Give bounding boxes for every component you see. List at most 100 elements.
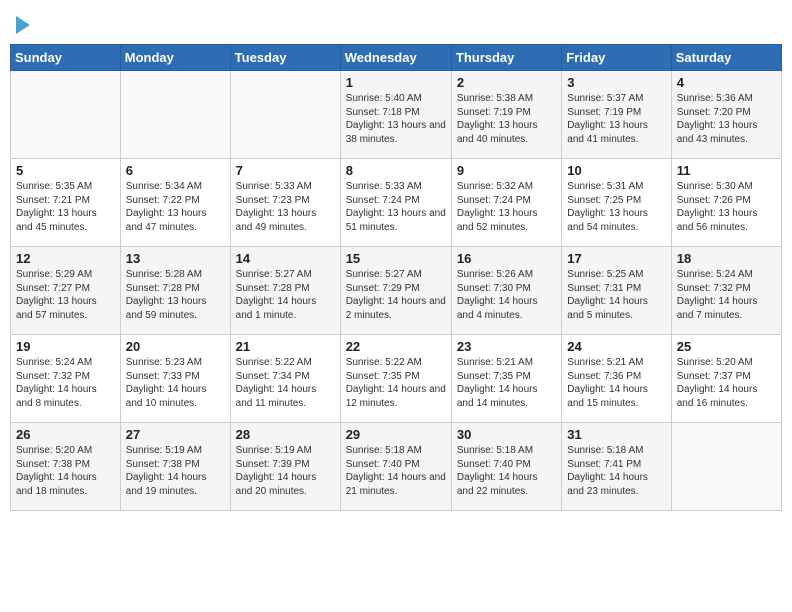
day-info: Sunrise: 5:20 AMSunset: 7:38 PMDaylight:… (16, 444, 115, 498)
logo (14, 14, 30, 36)
day-number: 6 (126, 163, 225, 178)
calendar-header-friday: Friday (562, 45, 671, 71)
day-number: 5 (16, 163, 115, 178)
day-info: Sunrise: 5:21 AMSunset: 7:35 PMDaylight:… (457, 356, 556, 410)
calendar-header-saturday: Saturday (671, 45, 781, 71)
calendar-header-monday: Monday (120, 45, 230, 71)
day-info: Sunrise: 5:27 AMSunset: 7:29 PMDaylight:… (346, 268, 446, 322)
calendar-header-thursday: Thursday (451, 45, 561, 71)
calendar-cell: 29 Sunrise: 5:18 AMSunset: 7:40 PMDayligh… (340, 423, 451, 511)
day-number: 3 (567, 75, 665, 90)
calendar-cell: 15 Sunrise: 5:27 AMSunset: 7:29 PMDayligh… (340, 247, 451, 335)
day-info: Sunrise: 5:25 AMSunset: 7:31 PMDaylight:… (567, 268, 665, 322)
calendar-cell: 30 Sunrise: 5:18 AMSunset: 7:40 PMDayligh… (451, 423, 561, 511)
day-info: Sunrise: 5:38 AMSunset: 7:19 PMDaylight:… (457, 92, 556, 146)
calendar-cell: 9 Sunrise: 5:32 AMSunset: 7:24 PMDaylight… (451, 159, 561, 247)
day-number: 10 (567, 163, 665, 178)
day-number: 17 (567, 251, 665, 266)
calendar-cell (671, 423, 781, 511)
day-number: 9 (457, 163, 556, 178)
calendar-cell: 25 Sunrise: 5:20 AMSunset: 7:37 PMDayligh… (671, 335, 781, 423)
day-info: Sunrise: 5:37 AMSunset: 7:19 PMDaylight:… (567, 92, 665, 146)
calendar-week-row: 5 Sunrise: 5:35 AMSunset: 7:21 PMDaylight… (11, 159, 782, 247)
day-number: 31 (567, 427, 665, 442)
calendar-cell: 21Sunrise: 5:22 AMSunset: 7:34 PMDayligh… (230, 335, 340, 423)
day-number: 29 (346, 427, 446, 442)
day-info: Sunrise: 5:20 AMSunset: 7:37 PMDaylight:… (677, 356, 776, 410)
day-number: 14 (236, 251, 335, 266)
day-number: 15 (346, 251, 446, 266)
day-number: 1 (346, 75, 446, 90)
day-number: 8 (346, 163, 446, 178)
day-info: Sunrise: 5:28 AMSunset: 7:28 PMDaylight:… (126, 268, 225, 322)
day-info: Sunrise: 5:18 AMSunset: 7:41 PMDaylight:… (567, 444, 665, 498)
logo-arrow-icon (16, 16, 30, 34)
calendar-cell (11, 71, 121, 159)
calendar-header-tuesday: Tuesday (230, 45, 340, 71)
day-info: Sunrise: 5:22 AMSunset: 7:34 PMDaylight:… (236, 356, 335, 410)
day-number: 11 (677, 163, 776, 178)
day-info: Sunrise: 5:18 AMSunset: 7:40 PMDaylight:… (457, 444, 556, 498)
calendar-cell: 5 Sunrise: 5:35 AMSunset: 7:21 PMDaylight… (11, 159, 121, 247)
calendar-header-wednesday: Wednesday (340, 45, 451, 71)
calendar-cell: 7 Sunrise: 5:33 AMSunset: 7:23 PMDaylight… (230, 159, 340, 247)
day-info: Sunrise: 5:21 AMSunset: 7:36 PMDaylight:… (567, 356, 665, 410)
day-info: Sunrise: 5:31 AMSunset: 7:25 PMDaylight:… (567, 180, 665, 234)
day-number: 30 (457, 427, 556, 442)
calendar-cell: 17 Sunrise: 5:25 AMSunset: 7:31 PMDayligh… (562, 247, 671, 335)
day-info: Sunrise: 5:27 AMSunset: 7:28 PMDaylight:… (236, 268, 335, 322)
calendar-cell: 6Sunrise: 5:34 AMSunset: 7:22 PMDaylight… (120, 159, 230, 247)
day-info: Sunrise: 5:32 AMSunset: 7:24 PMDaylight:… (457, 180, 556, 234)
calendar-cell: 24Sunrise: 5:21 AMSunset: 7:36 PMDayligh… (562, 335, 671, 423)
day-info: Sunrise: 5:35 AMSunset: 7:21 PMDaylight:… (16, 180, 115, 234)
day-number: 12 (16, 251, 115, 266)
calendar-cell: 26 Sunrise: 5:20 AMSunset: 7:38 PMDayligh… (11, 423, 121, 511)
calendar-cell: 28 Sunrise: 5:19 AMSunset: 7:39 PMDayligh… (230, 423, 340, 511)
day-info: Sunrise: 5:33 AMSunset: 7:23 PMDaylight:… (236, 180, 335, 234)
day-info: Sunrise: 5:24 AMSunset: 7:32 PMDaylight:… (16, 356, 115, 410)
day-info: Sunrise: 5:22 AMSunset: 7:35 PMDaylight:… (346, 356, 446, 410)
day-info: Sunrise: 5:18 AMSunset: 7:40 PMDaylight:… (346, 444, 446, 498)
calendar-week-row: 1 Sunrise: 5:40 AMSunset: 7:18 PMDaylight… (11, 71, 782, 159)
calendar-cell: 27 Sunrise: 5:19 AMSunset: 7:38 PMDayligh… (120, 423, 230, 511)
calendar-cell: 4 Sunrise: 5:36 AMSunset: 7:20 PMDaylight… (671, 71, 781, 159)
calendar-cell (120, 71, 230, 159)
calendar-cell: 8 Sunrise: 5:33 AMSunset: 7:24 PMDaylight… (340, 159, 451, 247)
day-number: 19 (16, 339, 115, 354)
day-info: Sunrise: 5:24 AMSunset: 7:32 PMDaylight:… (677, 268, 776, 322)
day-number: 4 (677, 75, 776, 90)
day-number: 2 (457, 75, 556, 90)
day-number: 7 (236, 163, 335, 178)
day-info: Sunrise: 5:29 AMSunset: 7:27 PMDaylight:… (16, 268, 115, 322)
calendar-header-sunday: Sunday (11, 45, 121, 71)
calendar-header-row: SundayMondayTuesdayWednesdayThursdayFrid… (11, 45, 782, 71)
day-number: 28 (236, 427, 335, 442)
day-info: Sunrise: 5:40 AMSunset: 7:18 PMDaylight:… (346, 92, 446, 146)
calendar-cell: 13 Sunrise: 5:28 AMSunset: 7:28 PMDayligh… (120, 247, 230, 335)
page-header (10, 10, 782, 36)
day-number: 23 (457, 339, 556, 354)
day-number: 20 (126, 339, 225, 354)
calendar-cell: 11Sunrise: 5:30 AMSunset: 7:26 PMDayligh… (671, 159, 781, 247)
day-number: 13 (126, 251, 225, 266)
day-number: 18 (677, 251, 776, 266)
day-info: Sunrise: 5:19 AMSunset: 7:39 PMDaylight:… (236, 444, 335, 498)
calendar-cell (230, 71, 340, 159)
calendar-week-row: 26 Sunrise: 5:20 AMSunset: 7:38 PMDayligh… (11, 423, 782, 511)
calendar-cell: 16 Sunrise: 5:26 AMSunset: 7:30 PMDayligh… (451, 247, 561, 335)
calendar-cell: 22 Sunrise: 5:22 AMSunset: 7:35 PMDayligh… (340, 335, 451, 423)
day-info: Sunrise: 5:23 AMSunset: 7:33 PMDaylight:… (126, 356, 225, 410)
day-number: 22 (346, 339, 446, 354)
day-info: Sunrise: 5:33 AMSunset: 7:24 PMDaylight:… (346, 180, 446, 234)
calendar-week-row: 12 Sunrise: 5:29 AMSunset: 7:27 PMDayligh… (11, 247, 782, 335)
day-info: Sunrise: 5:19 AMSunset: 7:38 PMDaylight:… (126, 444, 225, 498)
calendar-cell: 2 Sunrise: 5:38 AMSunset: 7:19 PMDaylight… (451, 71, 561, 159)
calendar-week-row: 19 Sunrise: 5:24 AMSunset: 7:32 PMDayligh… (11, 335, 782, 423)
day-number: 25 (677, 339, 776, 354)
day-info: Sunrise: 5:36 AMSunset: 7:20 PMDaylight:… (677, 92, 776, 146)
day-number: 16 (457, 251, 556, 266)
day-number: 27 (126, 427, 225, 442)
day-info: Sunrise: 5:26 AMSunset: 7:30 PMDaylight:… (457, 268, 556, 322)
calendar-cell: 14 Sunrise: 5:27 AMSunset: 7:28 PMDayligh… (230, 247, 340, 335)
day-number: 26 (16, 427, 115, 442)
